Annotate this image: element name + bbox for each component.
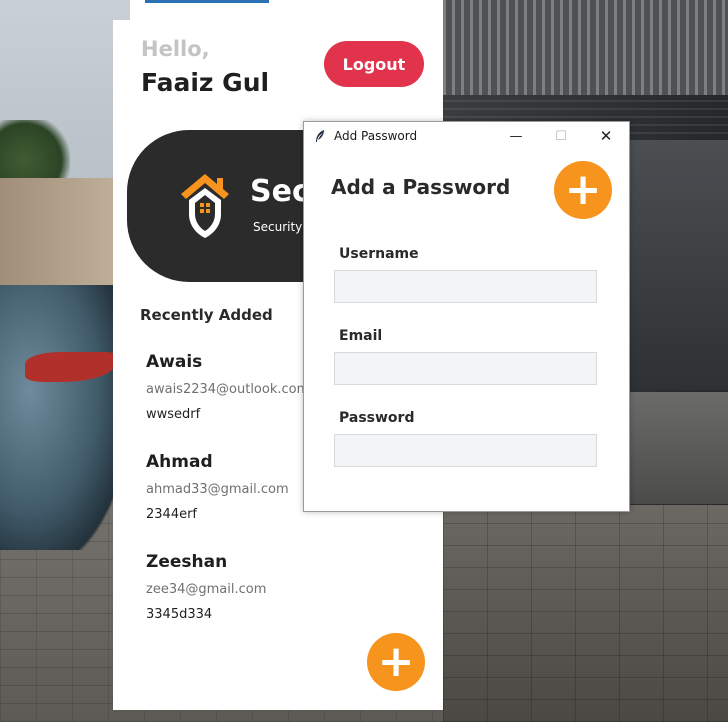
background-planter	[630, 392, 728, 504]
add-button[interactable]: +	[554, 161, 612, 219]
add-password-dialog: Add Password — ☐ ✕ Add a Password + User…	[303, 121, 630, 512]
recently-added-heading: Recently Added	[140, 306, 273, 324]
list-item[interactable]: Zeeshan zee34@gmail.com 3345d334	[146, 550, 406, 625]
email-label: Email	[339, 328, 383, 344]
dialog-heading: Add a Password	[331, 175, 511, 199]
minimize-button[interactable]: —	[493, 122, 539, 150]
background-building-window	[628, 140, 728, 390]
close-button[interactable]: ✕	[583, 122, 629, 150]
house-shield-icon	[181, 174, 229, 238]
background-walkway	[443, 505, 728, 722]
plus-icon: +	[377, 636, 415, 687]
user-name: Faaiz Gul	[141, 68, 270, 97]
background-wall	[0, 178, 115, 298]
plus-icon: +	[564, 164, 602, 215]
banner-subtitle: Security	[253, 220, 303, 234]
username-label: Username	[339, 246, 419, 262]
password-label: Password	[339, 410, 415, 426]
password-input[interactable]	[334, 434, 597, 467]
entry-password: 3345d334	[146, 607, 213, 622]
entry-email: zee34@gmail.com	[146, 582, 267, 597]
background-building-slats	[443, 0, 728, 95]
background-car	[0, 285, 120, 550]
maximize-button[interactable]: ☐	[538, 122, 584, 150]
greeting-text: Hello,	[141, 37, 210, 61]
add-password-button[interactable]: +	[367, 633, 425, 691]
dialog-window-title: Add Password	[334, 129, 418, 143]
logout-button[interactable]: Logout	[324, 41, 424, 87]
email-input[interactable]	[334, 352, 597, 385]
feather-icon	[316, 130, 324, 142]
username-input[interactable]	[334, 270, 597, 303]
background-taskbar-strip	[145, 0, 269, 3]
entry-name: Zeeshan	[146, 552, 228, 572]
dialog-titlebar[interactable]: Add Password — ☐ ✕	[304, 122, 629, 150]
